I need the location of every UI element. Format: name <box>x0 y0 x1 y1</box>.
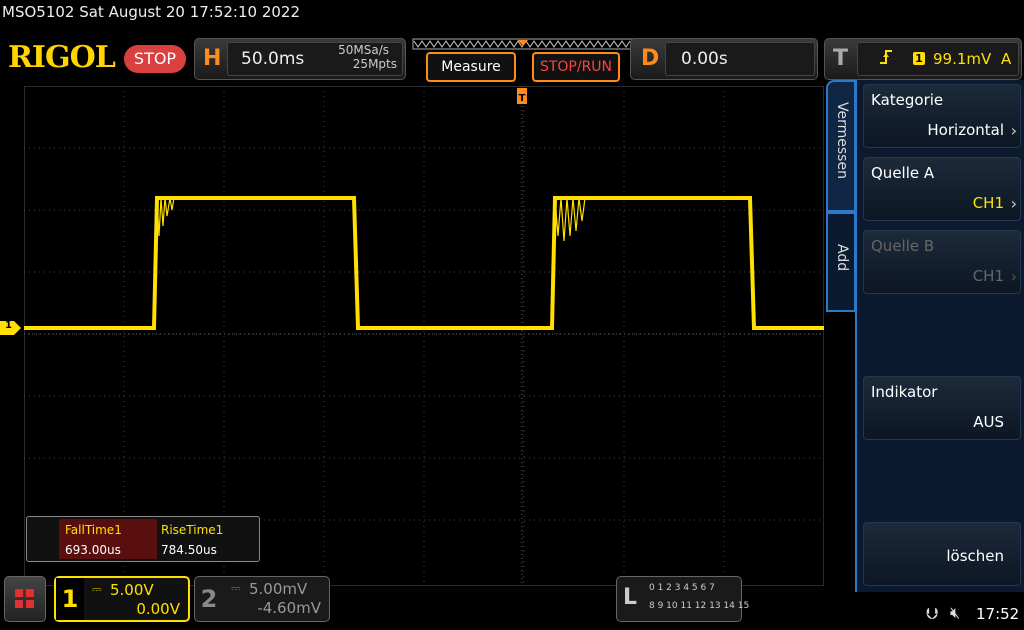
trigger-mode: A <box>1001 50 1012 68</box>
menu-item-indikator-label: Indikator <box>871 383 938 401</box>
ch1-ground-label: 1 <box>5 320 12 331</box>
run-state-badge[interactable]: STOP <box>124 45 186 73</box>
trigger-source-badge: 1 <box>913 52 925 65</box>
menu-item-quelle-a[interactable]: Quelle A CH1 › <box>863 157 1021 221</box>
menu-item-quelle-a-value: CH1 <box>972 194 1004 212</box>
tab-vermessen-label: Vermessen <box>834 102 850 179</box>
meas-value-risetime: 784.50us <box>161 543 217 557</box>
chevron-right-icon: › <box>1010 267 1017 286</box>
chevron-right-icon: › <box>1010 194 1017 213</box>
trigger-level: 99.1mV <box>933 50 992 68</box>
channel-2-scale: 5.00mV <box>249 580 308 598</box>
trigger-letter: T <box>833 46 849 71</box>
menu-item-kategorie[interactable]: Kategorie Horizontal › <box>863 84 1021 148</box>
measure-button-label: Measure <box>441 59 501 75</box>
menu-item-kategorie-value: Horizontal <box>927 121 1004 139</box>
channel-1-offset: 0.00V <box>136 600 180 618</box>
dc-coupling-icon: ⎓ <box>231 581 241 595</box>
window-title: MSO5102 Sat August 20 17:52:10 2022 <box>2 3 301 21</box>
meas-value-falltime: 693.00us <box>65 543 121 557</box>
tab-vermessen[interactable]: Vermessen <box>826 80 856 212</box>
timebase-value: 50.0ms <box>241 49 305 69</box>
speaker-muted-icon[interactable]: 🔇︎ <box>950 603 960 623</box>
logic-letter: L <box>623 585 638 610</box>
delay-value: 0.00s <box>681 49 728 69</box>
horizontal-letter: H <box>203 46 222 71</box>
stop-run-button-label: STOP/RUN <box>539 59 613 75</box>
memory-position-bar[interactable] <box>412 36 634 50</box>
menu-item-kategorie-label: Kategorie <box>871 91 944 109</box>
channel-1-scale: 5.00V <box>110 581 154 599</box>
menu-item-indikator[interactable]: Indikator AUS <box>863 376 1021 440</box>
logic-channels-box[interactable]: L 0 1 2 3 4 5 6 7 8 9 10 11 12 13 14 15 <box>616 576 749 622</box>
meas-header-falltime: FallTime1 <box>65 523 122 537</box>
measurement-panel: FallTime1 RiseTime1 693.00us 784.50us <box>26 516 260 562</box>
menu-item-loeschen-label: löschen <box>946 547 1004 565</box>
main-menu-button[interactable] <box>4 576 46 622</box>
grid-menu-icon <box>15 589 34 608</box>
memory-bar-graphic <box>412 38 634 50</box>
waveform-grid[interactable]: T <box>24 86 824 586</box>
measure-button[interactable]: Measure <box>426 52 516 82</box>
usb-icon: ⮋ <box>926 604 939 623</box>
dc-coupling-icon: ⎓ <box>92 582 102 596</box>
channel-2-offset: -4.60mV <box>257 599 321 617</box>
delay-panel[interactable]: D 0.00s <box>630 38 818 80</box>
menu-item-quelle-b-value: CH1 <box>972 267 1004 285</box>
svg-text:T: T <box>519 93 526 104</box>
tab-add[interactable]: Add <box>826 212 856 312</box>
channel-2-number: 2 <box>200 585 218 613</box>
horizontal-panel[interactable]: H 50.0ms 50MSa/s 25Mpts <box>194 38 406 80</box>
menu-item-quelle-b-label: Quelle B <box>871 237 935 255</box>
memory-depth: 25Mpts <box>352 57 397 71</box>
menu-item-indikator-value: AUS <box>973 413 1004 431</box>
channel-1-box[interactable]: 1 ⎓ 5.00V 0.00V <box>54 576 190 622</box>
trigger-edge-icon <box>879 49 893 69</box>
logic-row-1: 0 1 2 3 4 5 6 7 <box>649 583 715 593</box>
menu-item-loeschen[interactable]: löschen <box>863 522 1021 586</box>
tab-add-label: Add <box>834 244 850 272</box>
trigger-panel[interactable]: T 1 99.1mV A <box>824 38 1022 80</box>
delay-letter: D <box>641 46 660 71</box>
logic-row-2: 8 9 10 11 12 13 14 15 <box>649 601 750 611</box>
channel-2-box[interactable]: 2 ⎓ 5.00mV -4.60mV <box>194 576 330 622</box>
sample-rate: 50MSa/s <box>338 43 389 57</box>
rigol-logo: RIGOL <box>8 40 116 75</box>
ch1-ground-marker[interactable]: 1 <box>0 320 22 335</box>
trigger-position-marker[interactable]: T <box>517 88 527 104</box>
stop-run-button[interactable]: STOP/RUN <box>532 52 620 82</box>
run-state-label: STOP <box>133 49 177 68</box>
meas-header-risetime: RiseTime1 <box>161 523 224 537</box>
menu-item-quelle-a-label: Quelle A <box>871 164 935 182</box>
channel-1-number: 1 <box>56 578 84 620</box>
menu-item-quelle-b[interactable]: Quelle B CH1 › <box>863 230 1021 294</box>
side-menu: Kategorie Horizontal › Quelle A CH1 › Qu… <box>855 80 1024 592</box>
chevron-right-icon: › <box>1010 121 1017 140</box>
status-time: 17:52 <box>976 605 1020 623</box>
